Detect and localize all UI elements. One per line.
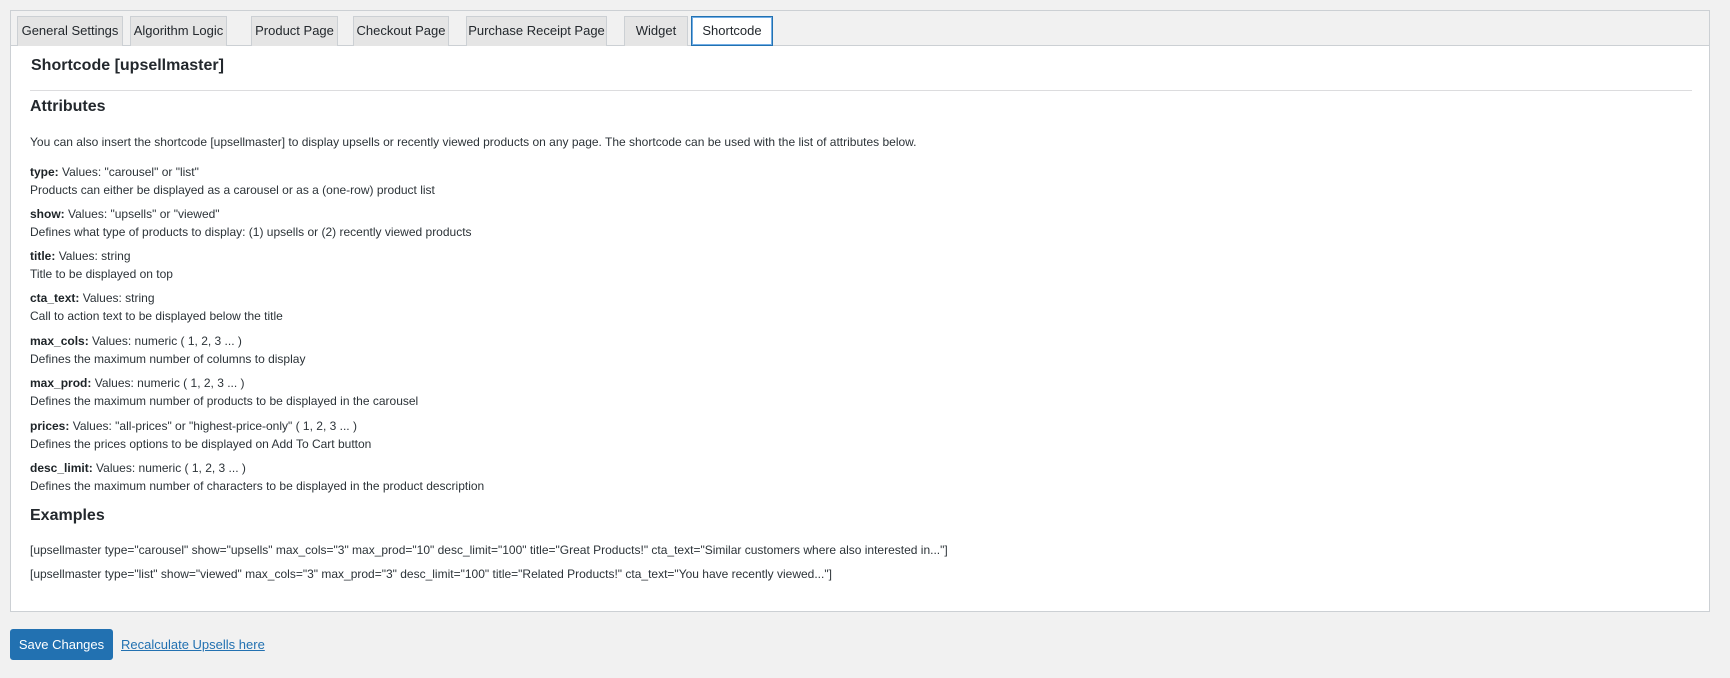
attribute-name: max_cols: <box>30 334 89 348</box>
attributes-heading: Attributes <box>30 98 106 115</box>
tab-purchase-receipt-page[interactable]: Purchase Receipt Page <box>466 16 607 46</box>
attribute-name: show: <box>30 207 65 221</box>
tab-widget[interactable]: Widget <box>624 16 688 46</box>
attribute-description: Defines the maximum number of columns to… <box>30 352 306 366</box>
attribute-values: Values: "all-prices" or "highest-price-o… <box>72 419 357 433</box>
attribute-name: prices: <box>30 419 70 433</box>
attribute-name: desc_limit: <box>30 461 93 475</box>
attribute-name: type: <box>30 165 59 179</box>
example-shortcode: [upsellmaster type="list" show="viewed" … <box>30 567 832 581</box>
attribute-row: max_cols: Values: numeric ( 1, 2, 3 ... … <box>30 333 242 349</box>
attribute-row: type: Values: "carousel" or "list" <box>30 164 199 180</box>
attribute-description: Defines the prices options to be display… <box>30 437 372 451</box>
attribute-values: Values: "carousel" or "list" <box>62 165 199 179</box>
tab-product-page[interactable]: Product Page <box>251 16 338 46</box>
attribute-row: desc_limit: Values: numeric ( 1, 2, 3 ..… <box>30 460 246 476</box>
attribute-values: Values: string <box>82 291 155 305</box>
attribute-description: Products can either be displayed as a ca… <box>30 183 435 197</box>
attribute-row: max_prod: Values: numeric ( 1, 2, 3 ... … <box>30 375 245 391</box>
attribute-row: prices: Values: "all-prices" or "highest… <box>30 418 357 434</box>
attribute-values: Values: numeric ( 1, 2, 3 ... ) <box>96 461 246 475</box>
attribute-row: cta_text: Values: string <box>30 290 155 306</box>
attribute-name: cta_text: <box>30 291 80 305</box>
attribute-values: Values: numeric ( 1, 2, 3 ... ) <box>92 334 242 348</box>
recalculate-upsells-link[interactable]: Recalculate Upsells here <box>121 637 265 652</box>
attribute-values: Values: numeric ( 1, 2, 3 ... ) <box>94 376 245 390</box>
examples-heading: Examples <box>30 507 105 524</box>
tab-general-settings[interactable]: General Settings <box>17 16 123 46</box>
attribute-name: title: <box>30 249 56 263</box>
tab-bar: General Settings Algorithm Logic Product… <box>11 11 1709 46</box>
example-shortcode: [upsellmaster type="carousel" show="upse… <box>30 543 948 557</box>
attribute-description: Defines what type of products to display… <box>30 225 472 239</box>
intro-text: You can also insert the shortcode [upsel… <box>30 135 917 149</box>
save-changes-button[interactable]: Save Changes <box>10 629 113 660</box>
attribute-values: Values: "upsells" or "viewed" <box>68 207 220 221</box>
attribute-name: max_prod: <box>30 376 92 390</box>
attribute-description: Title to be displayed on top <box>30 267 173 281</box>
tab-checkout-page[interactable]: Checkout Page <box>353 16 449 46</box>
page-title: Shortcode [upsellmaster] <box>31 57 224 74</box>
tab-algorithm-logic[interactable]: Algorithm Logic <box>130 16 227 46</box>
attribute-description: Call to action text to be displayed belo… <box>30 309 283 323</box>
attribute-description: Defines the maximum number of characters… <box>30 479 485 493</box>
title-divider <box>30 90 1692 91</box>
attribute-row: show: Values: "upsells" or "viewed" <box>30 206 220 222</box>
attribute-row: title: Values: string <box>30 248 131 264</box>
attribute-description: Defines the maximum number of products t… <box>30 394 419 408</box>
attribute-values: Values: string <box>58 249 131 263</box>
tab-shortcode[interactable]: Shortcode <box>691 16 773 46</box>
